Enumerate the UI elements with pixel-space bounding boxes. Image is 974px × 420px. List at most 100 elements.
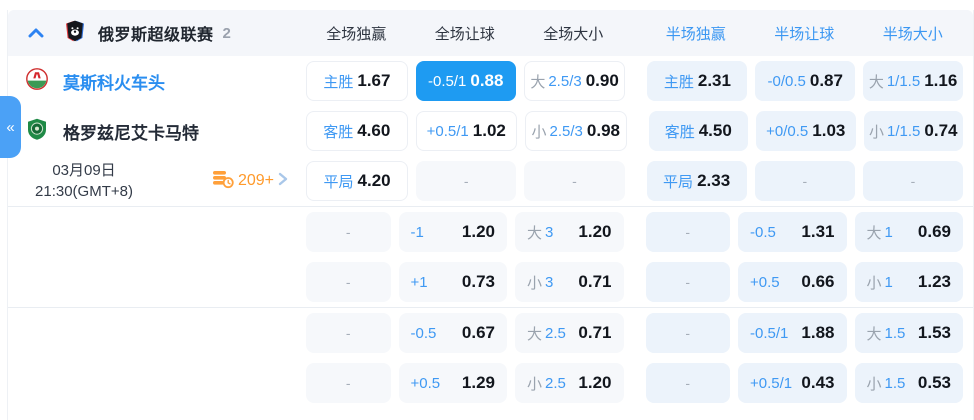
odds-empty-dash: - [910,173,916,189]
odds-label: 大 1.5 [867,323,906,344]
odds-cell[interactable]: 平局 4.20 [306,161,409,201]
odds-cell[interactable]: 平局 2.33 [646,161,747,201]
league-match-count: 2 [222,24,231,42]
more-markets-button[interactable]: 209+ [212,169,288,194]
odds-cell[interactable]: 大 1.5 1.53 [854,313,963,353]
odds-cell[interactable]: 小 2.5/3 0.98 [525,111,627,151]
odds-cell[interactable]: +0.5/1 1.02 [415,111,517,151]
chevron-right-icon [278,172,288,191]
odds-label-prefix: 小 [527,375,543,393]
odds-label-line: -0.5 [410,324,437,342]
odds-cell-empty: - [645,313,730,353]
col-header-full-overunder: 全场大小 [543,25,604,43]
odds-cell[interactable]: +0.5 1.29 [398,363,507,403]
odds-cell[interactable]: 客胜 4.60 [306,111,408,151]
odds-label: +0.5/1 [427,123,469,140]
odds-empty-dash: - [685,274,691,290]
odds-label-line: 客胜 [664,123,695,141]
odds-cell[interactable]: -0.5 0.67 [398,313,507,353]
odds-label: +0.5/1 [750,375,792,392]
odds-empty-dash: - [345,224,351,240]
odds-label-prefix: 大 [527,224,543,242]
home-team-name: 莫斯科火车头 [63,73,165,93]
odds-row: - -1 1.20 大 3 1.20- -0.5 1.31 大 1 0.69 [302,207,967,257]
col-header-half-handicap: 半场让球 [774,25,835,43]
odds-cell[interactable]: -0.5/1 1.88 [738,313,847,353]
chevron-up-icon[interactable] [28,28,44,38]
odds-label-prefix: 小 [531,123,547,141]
odds-label: 大 2.5/3 [530,71,581,92]
odds-cell-empty: - [754,161,855,201]
odds-label-line: +0.5/1 [426,122,469,140]
col-header-full-win: 全场独赢 [326,25,387,43]
odds-cell[interactable]: 小 1/1.5 0.74 [863,111,963,151]
odds-label-line: 1 [884,273,893,291]
collapse-sidebar-tab[interactable]: « [0,96,21,158]
league-panel: 俄罗斯超级联赛 2 全场独赢 全场让球 全场大小 半场独赢 半场让球 半场大小 [7,10,974,420]
odds-label-prefix: 小 [869,123,885,141]
odds-cell[interactable]: 小 1 1.23 [854,262,963,302]
odds-label-line: 1/1.5 [887,122,921,140]
match-meta-row: 03月09日 21:30(GMT+8) 209+ [8,156,302,206]
odds-cell[interactable]: -0/0.5 0.87 [755,61,856,101]
odds-cell[interactable]: 主胜 2.31 [647,61,748,101]
odds-cell-empty: - [416,161,517,201]
odds-label-line: +0.5 [410,374,441,392]
odds-label-line: 1/1.5 [886,72,921,90]
alt-odds-grid-2: - -0.5 0.67 大 2.5 0.71- -0.5/1 1.88 大 1.5 1.53- +0.… [302,308,973,408]
away-team-row[interactable]: 格罗兹尼艾卡马特 [8,106,302,156]
odds-label: 小1 [867,272,893,293]
odds-label: 客胜 [665,121,695,142]
match-info: 莫斯科火车头 格罗兹尼艾卡马特 03月09日 21:30(GMT+8) 209+ [8,56,302,206]
odds-cell[interactable]: +0/0.5 1.03 [756,111,856,151]
odds-cell[interactable]: +1 0.73 [398,262,507,302]
odds-label: 小 2.5/3 [532,121,583,142]
odds-value: 4.60 [357,121,391,140]
odds-cell-empty: - [306,313,391,353]
odds-value: 1.16 [924,71,958,90]
odds-cell[interactable]: 客胜 4.50 [648,111,748,151]
odds-label-line: +0/0.5 [766,122,809,140]
odds-cell-empty: - [645,212,730,252]
odds-label: +0.5 [750,274,780,291]
odds-cell[interactable]: 大 1 0.69 [854,212,963,252]
odds-label: 小 2.5 [527,373,566,394]
odds-row: 客胜 4.60 +0.5/1 1.02 小 2.5/3 0.98 客胜 4.50 +0/0.5 1.… [302,106,967,156]
match-datetime: 03月09日 21:30(GMT+8) [20,160,148,202]
odds-value: 1.20 [461,222,495,241]
odds-label-line: +0.5/1 [750,374,793,392]
odds-cell[interactable]: +0.5 0.66 [738,262,847,302]
odds-cell-empty: - [862,161,964,201]
odds-cell[interactable]: 小 1.5 0.53 [854,363,963,403]
col-header-half-win: 半场独赢 [665,25,726,43]
odds-label-line: 1 [884,223,893,241]
odds-cell[interactable]: 主胜 1.67 [306,61,408,101]
odds-cell[interactable]: 小 3 0.71 [515,262,624,302]
odds-label: 大1 [867,222,893,243]
odds-value: 0.98 [586,121,620,140]
alt-lines-2-left-spacer [8,308,302,408]
odds-cell[interactable]: -0.5 1.31 [738,212,847,252]
home-team-row[interactable]: 莫斯科火车头 [8,56,302,106]
odds-cell[interactable]: 大 1/1.5 1.16 [863,61,963,101]
odds-cell[interactable]: 小 2.5 1.20 [515,363,624,403]
alt-lines-1-left-spacer [8,207,302,307]
match-time: 21:30(GMT+8) [35,183,133,200]
odds-cell[interactable]: -0.5/1 0.88 [415,61,516,101]
odds-cell-empty: - [645,262,730,302]
odds-value: 1.67 [357,71,391,90]
league-header: 俄罗斯超级联赛 2 全场独赢 全场让球 全场大小 半场独赢 半场让球 半场大小 [8,10,973,56]
odds-cell[interactable]: +0.5/1 0.43 [738,363,847,403]
odds-row: - -0.5 0.67 大 2.5 0.71- -0.5/1 1.88 大 1.5 1.53 [302,308,967,358]
odds-row: 主胜 1.67 -0.5/1 0.88 大 2.5/3 0.90 主胜 2.31 -0/0.5 0.… [302,56,967,106]
odds-label-prefix: 小 [866,375,882,393]
odds-cell[interactable]: 大 2.5/3 0.90 [523,61,626,101]
odds-cell[interactable]: 大 2.5 0.71 [515,313,624,353]
odds-value: 4.20 [357,171,391,190]
odds-cell[interactable]: -1 1.20 [398,212,507,252]
odds-value: 1.53 [917,323,951,342]
odds-cell[interactable]: 大 3 1.20 [515,212,624,252]
odds-label: 小 1.5 [867,373,906,394]
odds-cell-empty: - [306,363,391,403]
odds-value: 0.71 [578,323,612,342]
